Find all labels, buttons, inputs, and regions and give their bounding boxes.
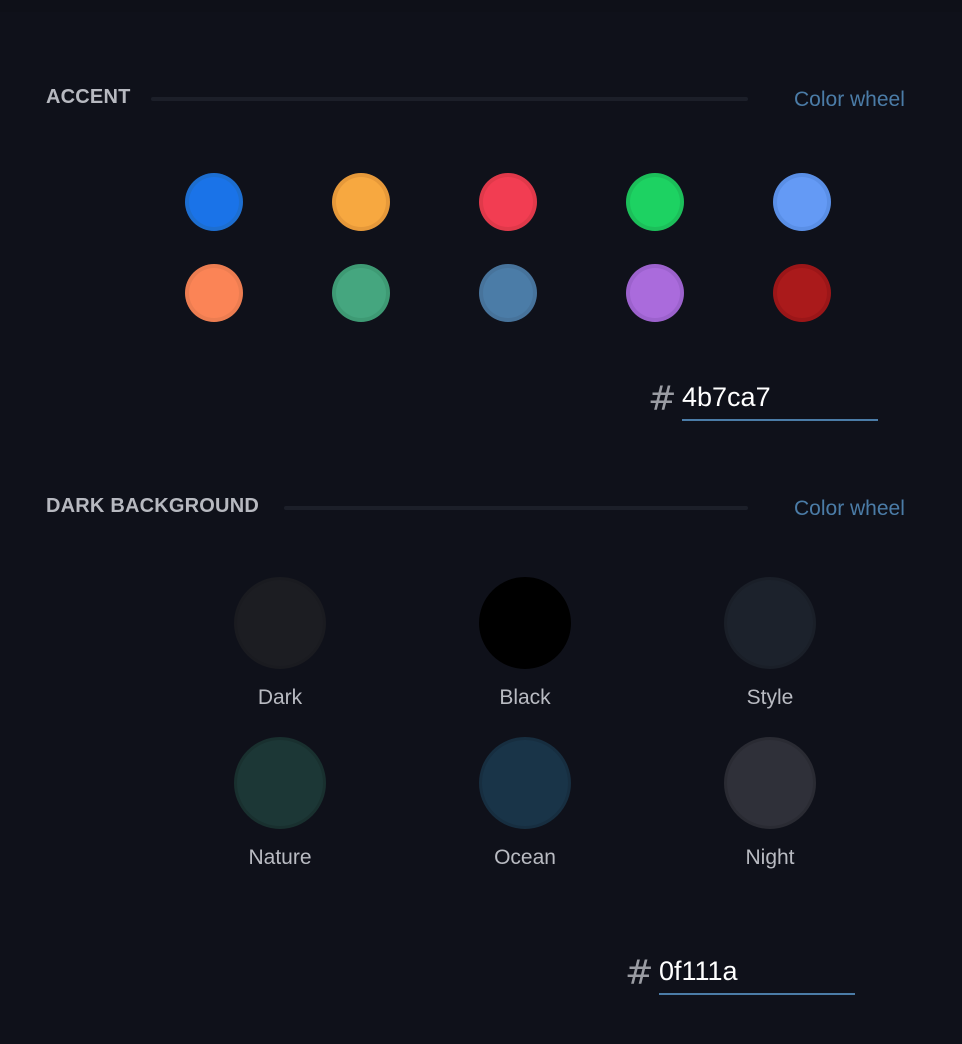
background-swatch (234, 737, 326, 829)
dark-background-color-wheel-link[interactable]: Color wheel (794, 497, 905, 521)
accent-swatch-purple[interactable] (626, 264, 684, 322)
background-option-style[interactable]: Style (710, 577, 830, 717)
background-option-label: Night (745, 846, 795, 869)
background-option-nature[interactable]: Nature (220, 737, 340, 877)
background-hex-input[interactable] (659, 956, 855, 995)
top-edge (0, 0, 962, 12)
accent-swatch-fill (189, 177, 239, 227)
accent-swatch-coral[interactable] (185, 264, 243, 322)
accent-swatch-fill (630, 177, 680, 227)
accent-title: ACCENT (46, 86, 131, 108)
accent-color-wheel-link[interactable]: Color wheel (794, 88, 905, 112)
accent-swatch-red[interactable] (479, 173, 537, 231)
hash-icon: # (648, 379, 677, 419)
background-option-label: Black (499, 686, 551, 709)
hash-icon: # (625, 953, 654, 993)
accent-swatch-fill (777, 268, 827, 318)
accent-swatch-dark-red[interactable] (773, 264, 831, 322)
accent-swatch-light-blue[interactable] (773, 173, 831, 231)
background-swatch (479, 737, 571, 829)
dark-background-divider (284, 506, 748, 510)
background-option-ocean[interactable]: Ocean (465, 737, 585, 877)
accent-swatch-orange[interactable] (332, 173, 390, 231)
background-option-label: Ocean (494, 846, 556, 869)
background-swatch (724, 577, 816, 669)
accent-swatch-fill (630, 268, 680, 318)
accent-swatch-teal-green[interactable] (332, 264, 390, 322)
accent-swatch-fill (483, 177, 533, 227)
accent-swatch-green[interactable] (626, 173, 684, 231)
background-option-dark[interactable]: Dark (220, 577, 340, 717)
accent-swatch-steel-blue[interactable] (479, 264, 537, 322)
background-option-label: Style (746, 686, 794, 709)
accent-swatch-fill (777, 177, 827, 227)
background-option-label: Dark (257, 686, 303, 709)
accent-swatch-fill (189, 268, 239, 318)
background-option-night[interactable]: Night (710, 737, 830, 877)
background-swatch (724, 737, 816, 829)
background-swatch (234, 577, 326, 669)
dark-background-title: DARK BACKGROUND (46, 495, 259, 517)
background-option-black[interactable]: Black (465, 577, 585, 717)
accent-swatch-blue[interactable] (185, 173, 243, 231)
accent-divider (151, 97, 748, 101)
background-option-label: Nature (248, 846, 312, 869)
accent-swatch-fill (336, 177, 386, 227)
accent-swatch-fill (483, 268, 533, 318)
accent-hex-input[interactable] (682, 382, 878, 421)
background-swatch (479, 577, 571, 669)
accent-swatch-fill (336, 268, 386, 318)
